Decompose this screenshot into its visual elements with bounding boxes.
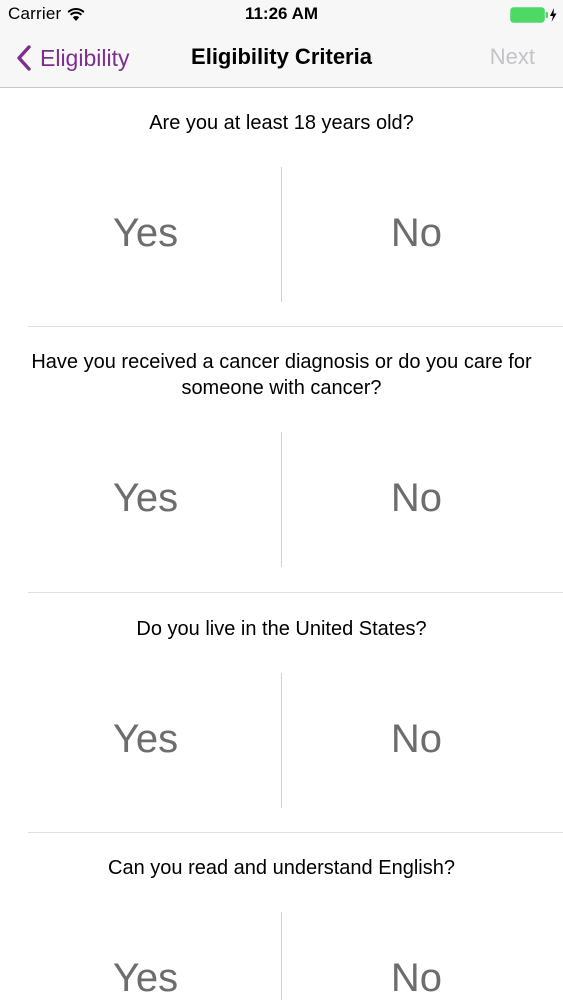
- question-text: Can you read and understand English?: [108, 857, 455, 879]
- question-text: Do you live in the United States?: [136, 618, 427, 640]
- question-english: Can you read and understand English? Yes…: [0, 833, 563, 1000]
- yes-button[interactable]: Yes: [5, 956, 286, 1001]
- question-age: Are you at least 18 years old? Yes No: [0, 87, 563, 327]
- status-bar: Carrier 11:26 AM: [0, 0, 563, 30]
- question-residency: Do you live in the United States? Yes No: [0, 593, 563, 833]
- next-button[interactable]: Next: [490, 44, 535, 70]
- question-text: Have you received a cancer diagnosis or …: [31, 351, 532, 399]
- battery-charging-icon: [510, 7, 557, 23]
- no-button[interactable]: No: [276, 956, 557, 1001]
- page-title: Eligibility Criteria: [191, 44, 372, 69]
- yes-button[interactable]: Yes: [5, 717, 286, 762]
- question-cancer: Have you received a cancer diagnosis or …: [0, 327, 563, 593]
- question-text: Are you at least 18 years old?: [149, 112, 414, 134]
- status-time: 11:26 AM: [244, 4, 319, 23]
- yes-button[interactable]: Yes: [5, 476, 286, 521]
- no-button[interactable]: No: [276, 717, 557, 762]
- no-button[interactable]: No: [276, 476, 557, 521]
- navigation-bar: Eligibility Eligibility Criteria Next: [0, 30, 563, 88]
- yes-button[interactable]: Yes: [5, 211, 286, 256]
- no-button[interactable]: No: [276, 211, 557, 256]
